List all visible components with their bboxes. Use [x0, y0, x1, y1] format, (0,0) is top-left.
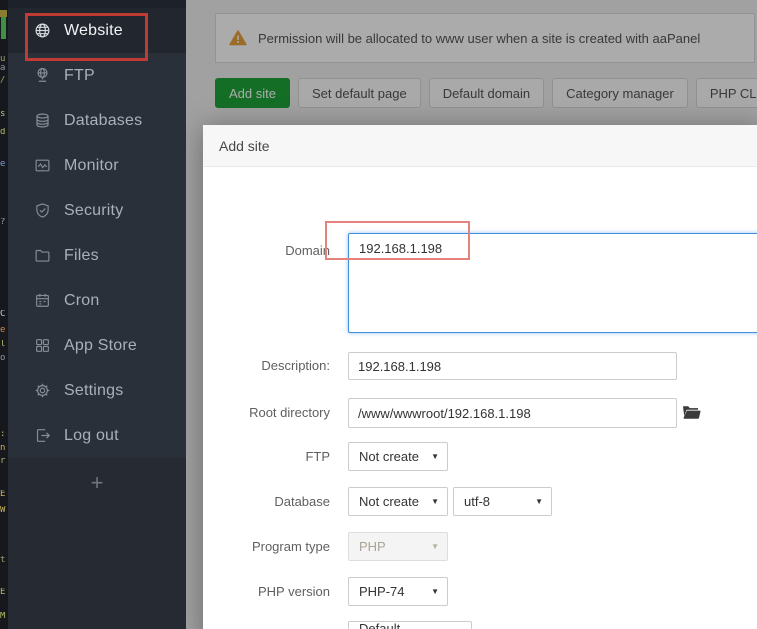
terminal-text-fragment: a: [0, 64, 6, 72]
sidebar-menu: Website FTP Databases Monitor Security F…: [8, 8, 186, 458]
sidebar-item-label: Log out: [64, 426, 119, 444]
root-directory-label: Root directory: [249, 405, 330, 420]
description-input[interactable]: [348, 352, 677, 380]
dropdown-arrow-icon: ▼: [431, 587, 439, 596]
modal-header: Add site: [203, 125, 757, 167]
gear-icon: [33, 382, 51, 399]
dropdown-arrow-icon: ▼: [431, 452, 439, 461]
sidebar-item-files[interactable]: Files: [8, 233, 186, 278]
sidebar-item-log-out[interactable]: Log out: [8, 413, 186, 458]
ftp-select-value: Not create: [359, 449, 419, 464]
charset-select-value: utf-8: [464, 494, 491, 509]
php-version-select-value: PHP-74: [359, 584, 405, 599]
terminal-text-fragment: r: [0, 457, 6, 465]
sidebar-item-label: Databases: [64, 111, 143, 129]
modal-title: Add site: [219, 137, 270, 154]
sidebar-item-label: App Store: [64, 336, 137, 354]
terminal-text-fragment: /: [0, 76, 6, 84]
dropdown-arrow-icon: ▼: [431, 542, 439, 551]
ftp-select[interactable]: Not create ▼: [348, 442, 448, 471]
globe-icon: [33, 22, 51, 39]
sidebar-item-app-store[interactable]: App Store: [8, 323, 186, 368]
sidebar-item-label: FTP: [64, 66, 95, 84]
sidebar-top-band: [8, 0, 186, 8]
ftp-globe-icon: [33, 67, 51, 84]
sidebar-item-security[interactable]: Security: [8, 188, 186, 233]
site-category-select[interactable]: Default category ▼: [348, 621, 472, 629]
sidebar-item-databases[interactable]: Databases: [8, 98, 186, 143]
php-version-select[interactable]: PHP-74 ▼: [348, 577, 448, 606]
terminal-text-fragment: :s: [0, 430, 6, 438]
sidebar-item-ftp[interactable]: FTP: [8, 53, 186, 98]
terminal-text-fragment: EF: [0, 490, 6, 498]
terminal-color-fragment: [0, 10, 7, 17]
database-icon: [33, 112, 51, 129]
program-type-select-value: PHP: [359, 539, 386, 554]
description-label: Description:: [261, 358, 330, 373]
logout-icon: [33, 427, 51, 444]
ftp-label: FTP: [305, 449, 330, 464]
terminal-text-fragment: u: [0, 55, 6, 63]
database-select[interactable]: Not create ▼: [348, 487, 448, 516]
sidebar-item-label: Settings: [64, 381, 124, 399]
terminal-text-fragment: l:: [0, 340, 6, 348]
sidebar-item-cron[interactable]: Cron: [8, 278, 186, 323]
plus-icon[interactable]: +: [91, 470, 104, 496]
database-label: Database: [274, 494, 330, 509]
add-site-modal: Add site Domain 192.168.1.198 Descriptio…: [203, 125, 757, 629]
grid-icon: [33, 337, 51, 354]
sidebar-item-website[interactable]: Website: [8, 8, 186, 53]
php-version-label: PHP version: [257, 584, 330, 599]
terminal-text-fragment: ?: [0, 218, 6, 226]
sidebar-item-label: Security: [64, 201, 124, 219]
site-category-select-value: Default category: [359, 620, 401, 629]
database-select-value: Not create: [359, 494, 419, 509]
program-type-label: Program type: [251, 539, 330, 554]
terminal-text-fragment: o: [0, 354, 6, 362]
domain-input[interactable]: 192.168.1.198: [348, 233, 757, 333]
sidebar-item-label: Website: [64, 21, 123, 39]
dropdown-arrow-icon: ▼: [535, 497, 543, 506]
domain-label: Domain: [285, 243, 330, 258]
dropdown-arrow-icon: ▼: [431, 497, 439, 506]
sidebar: Website FTP Databases Monitor Security F…: [8, 0, 186, 629]
terminal-color-fragment: [1, 17, 6, 39]
program-type-select: PHP ▼: [348, 532, 448, 561]
sidebar-collapse-row: +: [8, 458, 186, 508]
background-terminal-strip: u a / s d e ? C e l: o :s n r EF W t E M: [0, 0, 8, 629]
shield-icon: [33, 202, 51, 219]
terminal-text-fragment: d: [0, 128, 6, 136]
monitor-icon: [33, 157, 51, 174]
charset-select[interactable]: utf-8 ▼: [453, 487, 552, 516]
terminal-text-fragment: e: [0, 160, 6, 168]
main-content: Permission will be allocated to www user…: [186, 0, 757, 629]
terminal-text-fragment: t: [0, 556, 6, 564]
folder-icon: [33, 247, 51, 264]
terminal-text-fragment: W: [0, 506, 6, 514]
terminal-text-fragment: M: [0, 612, 6, 620]
sidebar-item-monitor[interactable]: Monitor: [8, 143, 186, 188]
sidebar-item-settings[interactable]: Settings: [8, 368, 186, 413]
modal-body: Domain 192.168.1.198 Description: Root d…: [203, 167, 757, 629]
browse-folder-icon[interactable]: [682, 404, 701, 421]
sidebar-item-label: Monitor: [64, 156, 119, 174]
terminal-text-fragment: C: [0, 310, 6, 318]
terminal-text-fragment: s: [0, 110, 6, 118]
calendar-icon: [33, 292, 51, 309]
sidebar-item-label: Files: [64, 246, 99, 264]
terminal-text-fragment: n: [0, 444, 6, 452]
sidebar-item-label: Cron: [64, 291, 100, 309]
terminal-text-fragment: E: [0, 588, 6, 596]
terminal-text-fragment: e: [0, 326, 6, 334]
root-directory-input[interactable]: [348, 398, 677, 428]
